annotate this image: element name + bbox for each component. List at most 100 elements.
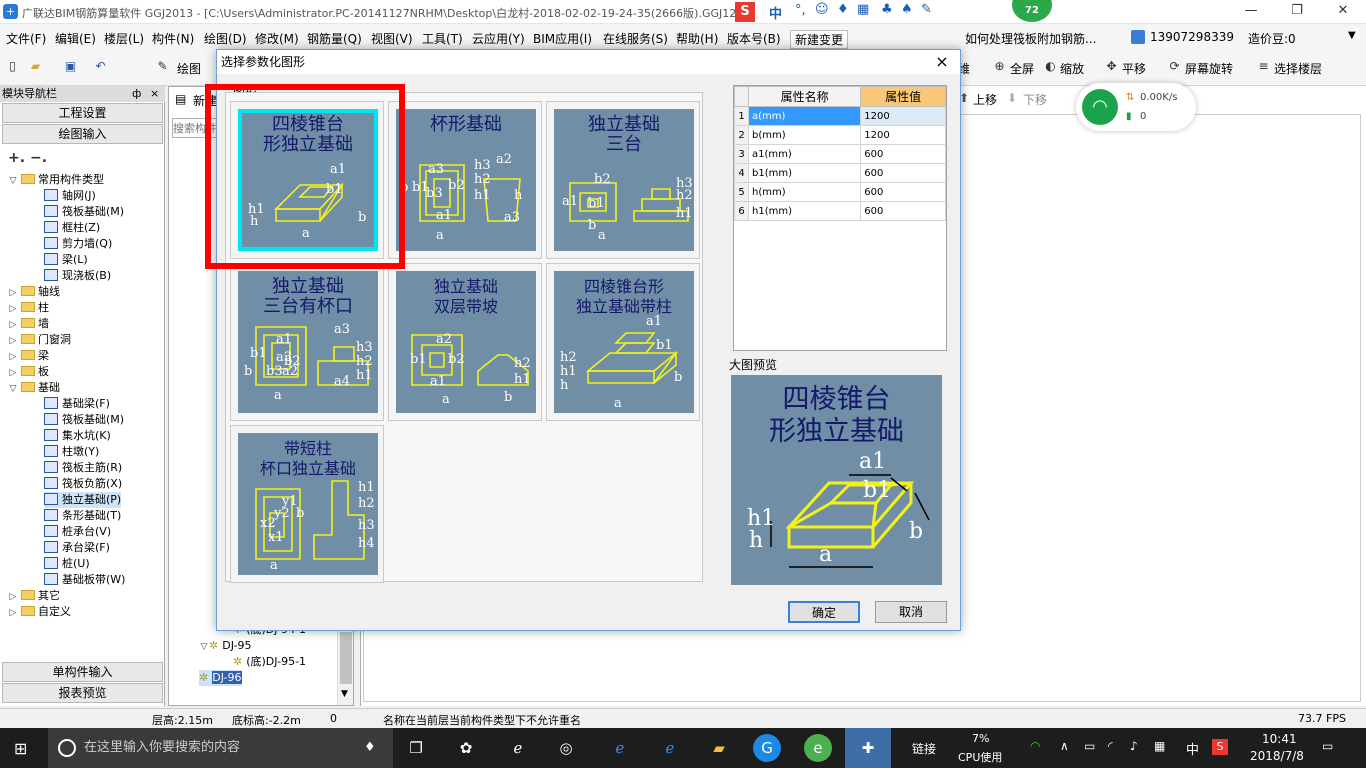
tray-battery-icon[interactable]: ▭	[1084, 739, 1095, 753]
g-app-icon[interactable]: G	[753, 734, 781, 762]
drawing-input-button[interactable]: 绘图输入	[2, 124, 163, 144]
menu-component[interactable]: 构件(N)	[152, 30, 194, 47]
property-row[interactable]: 5 h(mm) 600	[734, 182, 946, 202]
cancel-button[interactable]: 取消	[875, 601, 947, 623]
tray-network-icon[interactable]: ◜	[1108, 739, 1113, 753]
menu-modify[interactable]: 修改(M)	[255, 30, 299, 47]
menu-bim[interactable]: BIM应用(I)	[533, 30, 592, 47]
save-icon[interactable]: ▣	[63, 59, 78, 74]
tree-toggle-icon[interactable]: ▷	[8, 285, 18, 301]
menu-file[interactable]: 文件(F)	[6, 30, 46, 47]
tree-item[interactable]: 桩(U)	[44, 556, 90, 572]
property-value[interactable]: 1200	[860, 106, 946, 126]
tree-item[interactable]: 筏板基础(M)	[44, 204, 124, 220]
single-component-input-button[interactable]: 单构件输入	[2, 662, 163, 682]
tree-item[interactable]: 筏板负筋(X)	[44, 476, 122, 492]
wrench-icon[interactable]: ✎	[921, 2, 932, 17]
menu-overflow-icon[interactable]: ▼	[1348, 30, 1356, 41]
notification-icon[interactable]: ▭	[1322, 739, 1333, 753]
start-windows-icon[interactable]: ⊞	[14, 739, 27, 758]
shape-tile[interactable]: 带短柱 杯口独立基础 y2 y1 x2 x1 a b h1 h2 h3 h4	[230, 425, 384, 583]
sogou-ime-toolbar[interactable]: S 中 °, ☺ ♦ ▦ ♣ ♠ ✎	[735, 2, 935, 22]
user-icon[interactable]: ♣	[881, 2, 893, 17]
menu-view[interactable]: 视图(V)	[371, 30, 413, 47]
tree-item[interactable]: ▽ 常用构件类型	[8, 172, 104, 188]
clock-time[interactable]: 10:41	[1262, 732, 1297, 746]
instance-item[interactable]: ✲ (底)DJ-95-1	[233, 654, 306, 670]
tray-chevron-icon[interactable]: ∧	[1060, 739, 1069, 753]
property-value[interactable]: 600	[860, 201, 946, 221]
zoom-button[interactable]: 缩放	[1060, 60, 1084, 77]
menu-rebar-qty[interactable]: 钢筋量(Q)	[307, 30, 362, 47]
engineering-settings-button[interactable]: 工程设置	[2, 103, 163, 123]
tray-keyboard-icon[interactable]: ▦	[1154, 739, 1165, 753]
undo-icon[interactable]: ↶	[93, 59, 108, 74]
tree-item[interactable]: 独立基础(P)	[44, 492, 122, 508]
tree-item[interactable]: 基础梁(F)	[44, 396, 110, 412]
scroll-down-icon[interactable]: ▼	[341, 689, 348, 699]
property-row[interactable]: 1 a(mm) 1200	[734, 106, 946, 126]
scrollbar-thumb[interactable]	[340, 632, 352, 684]
tree-item[interactable]: ▷ 轴线	[8, 284, 60, 300]
tree-item[interactable]: ▽ 基础	[8, 380, 60, 396]
shirt-icon[interactable]: ♠	[901, 2, 913, 17]
minimize-button[interactable]: —	[1228, 0, 1274, 24]
green-app-icon[interactable]: e	[804, 734, 832, 762]
property-row[interactable]: 2 b(mm) 1200	[734, 125, 946, 145]
tree-item[interactable]: ▷ 墙	[8, 316, 49, 332]
shape-tile[interactable]: 四棱锥台形 独立基础带柱 a1 b1 h2 h1 h a b	[546, 263, 700, 421]
taskbar-link-label[interactable]: 链接	[912, 740, 936, 757]
notice-link[interactable]: 如何处理筏板附加钢筋...	[965, 30, 1096, 47]
tree-toggle-icon[interactable]: ▷	[8, 365, 18, 381]
tree-item[interactable]: 筏板主筋(R)	[44, 460, 122, 476]
panel-close-icon[interactable]: ×	[150, 86, 159, 102]
rotate-screen-button[interactable]: 屏幕旋转	[1185, 60, 1233, 77]
menu-edit[interactable]: 编辑(E)	[55, 30, 96, 47]
tree-item[interactable]: 集水坑(K)	[44, 428, 111, 444]
property-value[interactable]: 600	[860, 144, 946, 164]
internet-explorer-icon[interactable]: ℯ	[656, 734, 684, 762]
task-view-icon[interactable]: ❐	[402, 734, 430, 762]
menu-version[interactable]: 版本号(B)	[727, 30, 781, 47]
pan-button[interactable]: 平移	[1122, 60, 1146, 77]
tree-item[interactable]: ▷ 板	[8, 364, 49, 380]
property-value[interactable]: 600	[860, 163, 946, 183]
tree-item[interactable]: 基础板带(W)	[44, 572, 125, 588]
tray-wifi-icon[interactable]: ◠	[1030, 739, 1040, 753]
property-row[interactable]: 4 b1(mm) 600	[734, 163, 946, 183]
tray-volume-icon[interactable]: ♪	[1130, 739, 1138, 753]
open-folder-icon[interactable]: ▰	[28, 59, 43, 74]
instance-item[interactable]: ▽ ✲ DJ-95	[199, 638, 252, 654]
tree-toggle-icon[interactable]: ▷	[8, 301, 18, 317]
close-window-button[interactable]: ✕	[1320, 0, 1366, 24]
menu-tools[interactable]: 工具(T)	[422, 30, 463, 47]
ie-edge-icon[interactable]: ℯ	[606, 734, 634, 762]
property-row[interactable]: 6 h1(mm) 600	[734, 201, 946, 221]
instance-item[interactable]: ✲ DJ-96	[199, 670, 242, 686]
network-speed-widget[interactable]: ◠ ⇅ 0.00K/s ▮ 0	[1076, 83, 1196, 131]
mic-icon[interactable]: ♦	[837, 2, 849, 17]
microphone-icon[interactable]: ♦	[364, 728, 376, 768]
tree-toggle-icon[interactable]: ▷	[8, 317, 18, 333]
tree-item[interactable]: 桩承台(V)	[44, 524, 111, 540]
taskbar-search-box[interactable]: 在这里输入你要搜索的内容 ♦	[48, 728, 393, 768]
punctuation-icon[interactable]: °,	[795, 3, 806, 18]
menu-new-change[interactable]: 新建变更	[790, 30, 849, 49]
move-up-button[interactable]: 上移	[973, 91, 997, 108]
tree-item[interactable]: ▷ 其它	[8, 588, 60, 604]
tree-item[interactable]: ▷ 柱	[8, 300, 49, 316]
new-file-icon[interactable]: ▯	[5, 59, 20, 74]
tree-item[interactable]: 框柱(Z)	[44, 220, 100, 236]
tree-toggle-icon[interactable]: ▷	[8, 349, 18, 365]
menu-online[interactable]: 在线服务(S)	[603, 30, 668, 47]
tree-toggle-icon[interactable]: ▽	[8, 381, 18, 397]
tree-item[interactable]: 柱墩(Y)	[44, 444, 99, 460]
keyboard-icon[interactable]: ▦	[857, 2, 869, 17]
dialog-close-icon[interactable]: ×	[930, 50, 954, 74]
move-down-button[interactable]: 下移	[1023, 91, 1047, 108]
menu-draw[interactable]: 绘图(D)	[204, 30, 247, 47]
tree-item[interactable]: ▷ 梁	[8, 348, 49, 364]
property-row[interactable]: 3 a1(mm) 600	[734, 144, 946, 164]
tree-toggle-icon[interactable]: ▽	[8, 173, 18, 189]
tree-toggle-icon[interactable]: ▷	[8, 605, 18, 621]
